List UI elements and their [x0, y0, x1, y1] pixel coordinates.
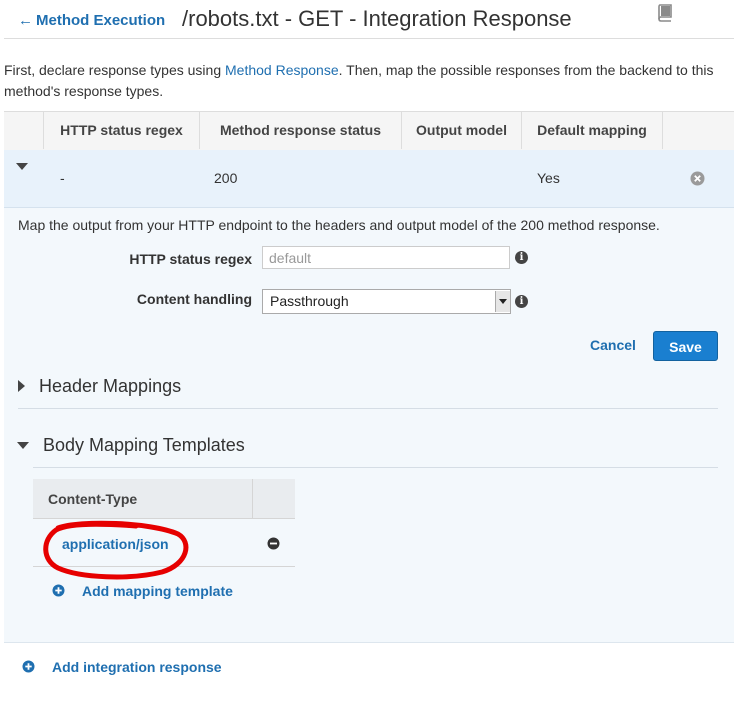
header-divider: [4, 38, 734, 39]
save-button[interactable]: Save: [653, 331, 718, 361]
column-header-http-status-regex: HTTP status regex: [60, 122, 183, 138]
red-annotation-circle: [43, 520, 189, 580]
caret-right-icon[interactable]: [18, 380, 25, 392]
row-http-status-regex: -: [60, 170, 65, 186]
content-type-header-label: Content-Type: [48, 491, 138, 507]
chevron-down-icon[interactable]: [495, 291, 510, 312]
header-mappings-title[interactable]: Header Mappings: [39, 376, 181, 397]
content-handling-value: Passthrough: [270, 293, 349, 309]
intro-text: First, declare response types using Meth…: [4, 60, 734, 102]
section-divider: [33, 467, 718, 468]
column-header-method-response-status: Method response status: [219, 122, 382, 138]
cancel-button[interactable]: Cancel: [590, 337, 636, 353]
add-integration-response-button[interactable]: Add integration response: [52, 659, 222, 675]
plus-circle-icon[interactable]: [52, 584, 65, 597]
column-header-output-model: Output model: [416, 122, 507, 138]
row-method-response-status: 200: [214, 170, 238, 186]
table-row[interactable]: [4, 150, 734, 208]
caret-down-icon[interactable]: [16, 163, 28, 170]
remove-response-icon[interactable]: [690, 171, 705, 186]
info-icon[interactable]: i: [515, 295, 528, 308]
method-response-link[interactable]: Method Response: [225, 62, 339, 78]
plus-circle-icon[interactable]: [22, 660, 35, 673]
http-status-regex-input[interactable]: [262, 246, 510, 269]
book-icon[interactable]: [655, 2, 675, 22]
body-mapping-templates-title[interactable]: Body Mapping Templates: [43, 435, 245, 456]
section-divider: [18, 408, 718, 409]
row-default-mapping: Yes: [537, 170, 560, 186]
intro-text-start: First, declare response types using: [4, 62, 225, 78]
arrow-left-icon: ←: [18, 12, 33, 29]
column-header-default-mapping: Default mapping: [537, 122, 647, 138]
info-icon[interactable]: i: [515, 251, 528, 264]
remove-template-icon[interactable]: [267, 537, 280, 550]
http-status-regex-label: HTTP status regex: [129, 251, 252, 267]
add-mapping-template-button[interactable]: Add mapping template: [82, 583, 233, 599]
caret-down-icon[interactable]: [17, 442, 29, 449]
column-divider: [252, 479, 253, 518]
column-divider: [662, 111, 663, 149]
back-link-label: Method Execution: [36, 12, 166, 29]
page-title: /robots.txt - GET - Integration Response: [182, 6, 572, 31]
back-to-method-execution-link[interactable]: ← Method Execution: [18, 12, 165, 29]
content-handling-label: Content handling: [136, 291, 252, 307]
panel-description: Map the output from your HTTP endpoint t…: [18, 217, 660, 233]
